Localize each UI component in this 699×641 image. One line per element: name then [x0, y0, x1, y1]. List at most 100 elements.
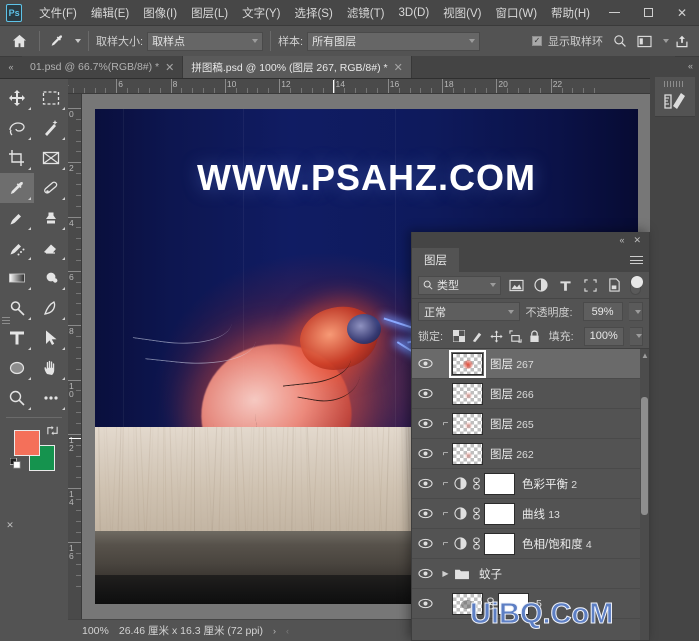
- menu-layer[interactable]: 图层(L): [184, 1, 235, 25]
- workspace-icon[interactable]: [633, 30, 655, 52]
- share-icon[interactable]: [671, 30, 693, 52]
- document-tab-close-icon[interactable]: ✕: [165, 61, 174, 74]
- adjustment-filter-icon[interactable]: [532, 276, 551, 295]
- dodge-tool[interactable]: [0, 293, 34, 323]
- horizontal-ruler[interactable]: 46810121416182022: [68, 79, 650, 94]
- opacity-caret-icon[interactable]: [628, 302, 643, 321]
- layer-visibility-icon[interactable]: [412, 598, 439, 609]
- layer-visibility-icon[interactable]: [412, 568, 439, 579]
- layer-row[interactable]: ⌐ 曲线 13: [412, 499, 649, 529]
- blend-mode-select[interactable]: 正常: [418, 302, 520, 321]
- shape-filter-icon[interactable]: [581, 276, 600, 295]
- fill-field[interactable]: 100%: [583, 326, 624, 346]
- minimize-button[interactable]: [597, 0, 631, 26]
- document-tab-1[interactable]: 拼图稿.psd @ 100% (图层 267, RGB/8#) * ✕: [183, 56, 412, 78]
- layer-mask-thumbnail[interactable]: [498, 592, 529, 615]
- tab-layers[interactable]: 图层: [412, 248, 459, 272]
- sample-select[interactable]: 所有图层: [307, 31, 481, 51]
- marquee-tool[interactable]: [34, 83, 68, 113]
- menu-3d[interactable]: 3D(D): [392, 3, 437, 23]
- brush-tool[interactable]: [0, 203, 34, 233]
- search-icon[interactable]: [609, 30, 631, 52]
- panel-menu-icon[interactable]: [623, 248, 649, 272]
- layer-visibility-icon[interactable]: [412, 508, 439, 519]
- tool-preset-caret[interactable]: [75, 39, 81, 43]
- layer-row[interactable]: ⌐ 图层 262: [412, 439, 649, 469]
- fill-caret-icon[interactable]: [629, 326, 644, 346]
- layer-visibility-icon[interactable]: [412, 418, 439, 429]
- right-dock-collapse[interactable]: «: [650, 57, 699, 75]
- layer-visibility-icon[interactable]: [412, 448, 439, 459]
- layer-visibility-icon[interactable]: [412, 388, 439, 399]
- path-selection-tool[interactable]: [34, 323, 68, 353]
- layer-visibility-icon[interactable]: [412, 358, 439, 369]
- close-button[interactable]: ✕: [665, 0, 699, 26]
- blur-tool[interactable]: [34, 263, 68, 293]
- document-tab-close-icon[interactable]: ✕: [394, 61, 403, 74]
- opacity-field[interactable]: 59%: [582, 302, 623, 321]
- layer-thumbnail[interactable]: [452, 592, 483, 615]
- layers-scrollbar[interactable]: ▲: [640, 349, 649, 640]
- type-tool[interactable]: [0, 323, 34, 353]
- foreground-color-swatch[interactable]: [14, 430, 40, 456]
- mask-link-icon[interactable]: [469, 537, 484, 550]
- pixel-filter-icon[interactable]: [507, 276, 526, 295]
- layer-thumbnail[interactable]: [452, 412, 483, 435]
- layers-collapse-icon[interactable]: «: [619, 235, 624, 245]
- home-icon[interactable]: [6, 34, 32, 48]
- left-dock-collapse-icon[interactable]: «: [0, 56, 22, 78]
- lasso-tool[interactable]: [0, 113, 34, 143]
- layer-row[interactable]: 图层 267: [412, 349, 649, 379]
- menu-filter[interactable]: 滤镜(T): [340, 1, 392, 25]
- menu-type[interactable]: 文字(Y): [235, 1, 287, 25]
- sample-size-select[interactable]: 取样点: [147, 31, 264, 51]
- scroll-up-icon[interactable]: ▲: [641, 351, 649, 360]
- layer-row[interactable]: 5: [412, 589, 649, 619]
- zoom-level[interactable]: 100%: [82, 625, 109, 637]
- pen-tool[interactable]: [34, 293, 68, 323]
- tool-preset-picker[interactable]: [49, 33, 81, 50]
- layers-close-icon[interactable]: ✕: [633, 235, 641, 246]
- menu-edit[interactable]: 编辑(E): [84, 1, 136, 25]
- mask-link-icon[interactable]: [469, 507, 484, 520]
- measure-panel-tab[interactable]: [655, 77, 695, 117]
- adjustment-layer-icon[interactable]: [452, 507, 469, 520]
- zoom-tool[interactable]: [0, 383, 34, 413]
- menu-help[interactable]: 帮助(H): [544, 1, 597, 25]
- lock-image-icon[interactable]: [471, 328, 484, 344]
- move-tool[interactable]: [0, 83, 34, 113]
- filter-kind-select[interactable]: 类型: [418, 275, 501, 295]
- status-collapse-arrow[interactable]: ‹: [286, 626, 289, 636]
- workspace-caret[interactable]: [663, 39, 669, 43]
- ellipse-tool[interactable]: [0, 353, 34, 383]
- magic-wand-tool[interactable]: [34, 113, 68, 143]
- adjustment-layer-icon[interactable]: [452, 537, 469, 550]
- layer-mask-thumbnail[interactable]: [484, 472, 515, 495]
- maximize-button[interactable]: [631, 0, 665, 26]
- layer-row[interactable]: ⌐ 图层 265: [412, 409, 649, 439]
- mask-link-icon[interactable]: [469, 477, 484, 490]
- layer-thumbnail[interactable]: [452, 442, 483, 465]
- clone-stamp-tool[interactable]: [34, 203, 68, 233]
- lock-position-icon[interactable]: [490, 328, 503, 344]
- healing-brush-tool[interactable]: [34, 173, 68, 203]
- layer-thumbnail[interactable]: [452, 382, 483, 405]
- swap-colors-icon[interactable]: [46, 424, 59, 440]
- menu-image[interactable]: 图像(I): [136, 1, 184, 25]
- toolbar-close-icon[interactable]: ✕: [4, 519, 16, 531]
- crop-tool[interactable]: [0, 143, 34, 173]
- menu-view[interactable]: 视图(V): [436, 1, 488, 25]
- hand-tool[interactable]: [34, 353, 68, 383]
- lock-all-icon[interactable]: [528, 328, 540, 344]
- vertical-ruler[interactable]: 0246810121416: [68, 94, 82, 619]
- type-filter-icon[interactable]: [556, 276, 575, 295]
- layer-mask-thumbnail[interactable]: [484, 502, 515, 525]
- lock-artboard-icon[interactable]: [509, 328, 522, 344]
- eraser-tool[interactable]: [34, 233, 68, 263]
- layer-visibility-icon[interactable]: [412, 538, 439, 549]
- smartobject-filter-icon[interactable]: [605, 276, 624, 295]
- lock-transparent-icon[interactable]: [453, 328, 466, 344]
- mask-link-icon[interactable]: [483, 597, 498, 610]
- eyedropper-tool[interactable]: [0, 173, 34, 203]
- layer-mask-thumbnail[interactable]: [484, 532, 515, 555]
